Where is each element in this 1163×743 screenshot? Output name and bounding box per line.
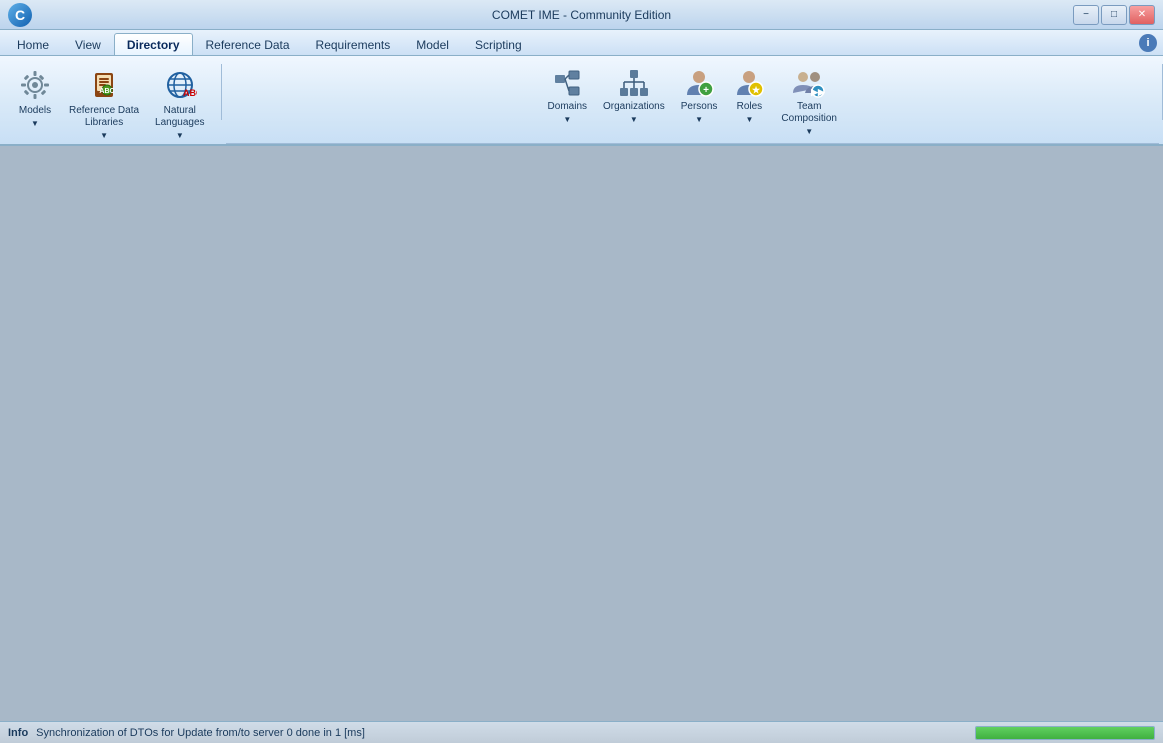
persons-button[interactable]: + Persons ▼ [674,62,725,129]
main-content [0,146,1163,721]
app-logo: C [8,3,32,27]
window-title: COMET IME - Community Edition [492,8,671,22]
models-label: Models [19,105,51,117]
domains-dropdown-arrow: ▼ [563,115,571,124]
status-message: Synchronization of DTOs for Update from/… [36,727,365,739]
team-composition-button[interactable]: ▶▶ TeamComposition ▼ [774,62,844,141]
persons-icon: + [683,67,715,99]
menu-bar: Home View Directory Reference Data Requi… [0,30,1163,56]
natural-lang-icon: ABC [162,67,198,103]
organizations-button[interactable]: Organizations ▼ [596,62,672,129]
tab-reference-data[interactable]: Reference Data [193,33,303,55]
svg-text:ABC: ABC [99,88,114,95]
ref-data-libs-label: Reference DataLibraries [69,105,139,129]
models-icon [17,67,53,103]
natural-languages-button[interactable]: ABC NaturalLanguages ▼ [148,62,212,145]
models-dropdown-arrow: ▼ [31,119,39,128]
info-button[interactable]: i [1139,34,1157,52]
title-bar: C COMET IME - Community Edition − □ ✕ [0,0,1163,30]
models-button[interactable]: Models ▼ [10,62,60,133]
domains-label: Domains [548,101,587,113]
ref-data-libs-dropdown-arrow: ▼ [100,131,108,140]
roles-icon: ★ [733,67,765,99]
ref-data-libs-icon: ABC [86,67,122,103]
reference-data-libs-button[interactable]: ABC Reference DataLibraries ▼ [62,62,146,145]
ribbon-user-mgmt-items: Domains ▼ [535,60,850,143]
natural-lang-label: NaturalLanguages [155,105,205,129]
svg-text:★: ★ [752,85,761,95]
roles-button[interactable]: ★ Roles ▼ [726,62,772,129]
team-composition-dropdown-arrow: ▼ [805,127,813,136]
team-composition-icon: ▶▶ [793,67,825,99]
status-info-label: Info [8,727,28,739]
svg-text:+: + [703,85,709,96]
organizations-label: Organizations [603,101,665,113]
svg-text:ABC: ABC [183,88,197,98]
window-controls: − □ ✕ [1073,5,1155,25]
close-button[interactable]: ✕ [1129,5,1155,25]
ribbon: Models ▼ ABC Reference DataLibra [0,56,1163,146]
status-progress-fill [976,727,1154,739]
ribbon-directory-items: Models ▼ ABC Reference DataLibra [4,60,218,147]
tab-scripting[interactable]: Scripting [462,33,535,55]
natural-lang-dropdown-arrow: ▼ [176,131,184,140]
svg-text:▶▶: ▶▶ [810,87,825,97]
minimize-button[interactable]: − [1073,5,1099,25]
status-progress-bar-container [975,726,1155,740]
domains-button[interactable]: Domains ▼ [541,62,594,129]
team-composition-label: TeamComposition [781,101,837,125]
tab-requirements[interactable]: Requirements [303,33,404,55]
organizations-dropdown-arrow: ▼ [630,115,638,124]
ribbon-directory-section: Models ▼ ABC Reference DataLibra [0,60,222,140]
status-bar: Info Synchronization of DTOs for Update … [0,721,1163,743]
tab-view[interactable]: View [62,33,114,55]
restore-button[interactable]: □ [1101,5,1127,25]
roles-label: Roles [737,101,763,113]
tab-model[interactable]: Model [403,33,462,55]
tab-home[interactable]: Home [4,33,62,55]
tab-directory[interactable]: Directory [114,33,193,55]
organizations-icon [618,67,650,99]
persons-dropdown-arrow: ▼ [695,115,703,124]
title-bar-left: C [8,3,32,27]
domains-icon [551,67,583,99]
ribbon-user-mgmt-section: Domains ▼ [222,60,1163,140]
persons-label: Persons [681,101,718,113]
roles-dropdown-arrow: ▼ [745,115,753,124]
